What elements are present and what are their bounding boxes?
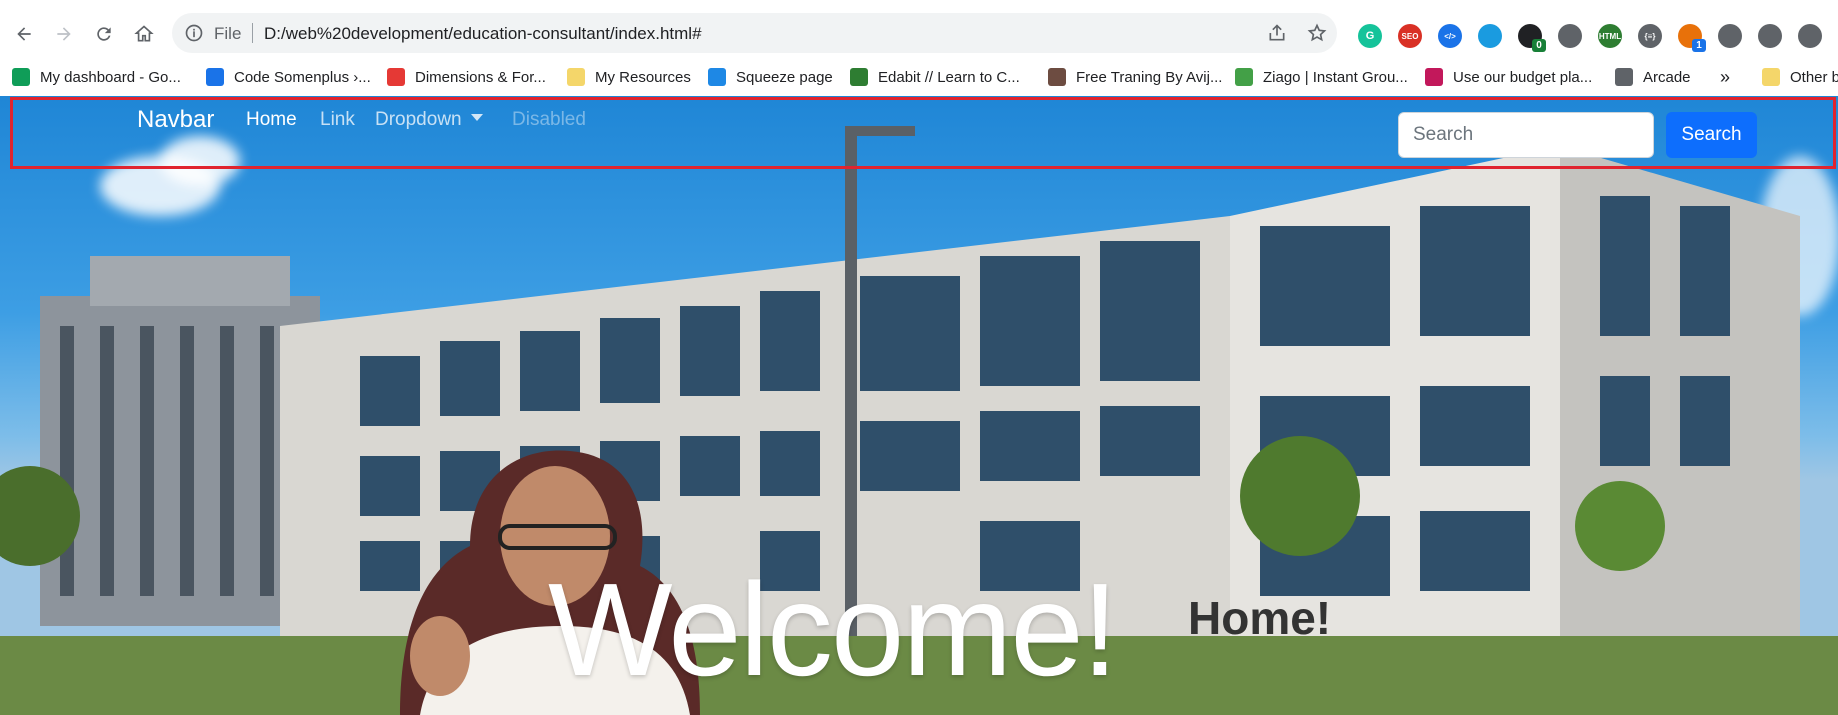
forward-button[interactable] [50,20,78,48]
bookmark-label: Dimensions & For... [415,68,546,86]
extension-badge: 1 [1692,39,1706,52]
bookmark-item[interactable]: My Resources [567,66,691,88]
forward-arrow-icon [57,27,71,41]
info-icon[interactable] [184,23,204,43]
grammarly-icon[interactable]: G [1358,24,1382,48]
hero-heading: Welcome! [548,556,1118,703]
bookmarks-overflow-button[interactable]: » [1720,66,1730,88]
reload-button[interactable] [90,20,118,48]
person-icon [1048,68,1066,86]
bookmark-label: My dashboard - Go... [40,68,181,86]
bookmark-label: Squeeze page [736,68,833,86]
bookmark-label: Edabit // Learn to C... [878,68,1020,86]
back-button[interactable] [10,20,38,48]
address-bar[interactable]: File D:/web%20development/education-cons… [172,13,1337,53]
bookmarks-bar: My dashboard - Go... Code Somenplus ›... D… [0,62,1838,92]
navbar-brand[interactable]: Navbar [137,106,214,134]
search-input[interactable] [1398,112,1654,158]
reload-icon [97,27,111,41]
share-icon[interactable] [1267,23,1287,43]
bookmark-item[interactable]: Edabit // Learn to C... [850,66,1020,88]
accessibility-icon [206,68,224,86]
edabit-icon [850,68,868,86]
code-tag-icon[interactable]: </> [1438,24,1462,48]
dimensions-icon [387,68,405,86]
globe-icon [1615,68,1633,86]
folder-icon [567,68,585,86]
nav-link-home[interactable]: Home [246,109,297,131]
sheets-icon [12,68,30,86]
omnibox-divider [252,23,253,43]
nav-dropdown-toggle[interactable]: Dropdown [375,109,483,131]
json-icon[interactable]: {≡} [1638,24,1662,48]
bug-icon[interactable] [1558,24,1582,48]
bookmark-label: Code Somenplus ›... [234,68,371,86]
extension-badge: 0 [1532,39,1546,52]
html-tree-icon[interactable]: HTML [1598,24,1622,48]
reading-list-icon[interactable] [1758,24,1782,48]
window-resize-icon[interactable] [1478,24,1502,48]
nav-link-link[interactable]: Link [320,109,355,131]
s-icon [708,68,726,86]
bookmark-label: My Resources [595,68,691,86]
bookmark-item[interactable]: Squeeze page [708,66,833,88]
bookmark-item[interactable]: Arcade [1615,66,1691,88]
budget-icon [1425,68,1443,86]
key-icon[interactable]: 0 [1518,24,1546,52]
folder-icon [1762,68,1780,86]
other-bookmarks-label: Other b [1790,68,1838,86]
seo-icon[interactable]: SEO [1398,24,1422,48]
hero-subheading: Home! [1188,592,1332,644]
bookmark-label: Use our budget pla... [1453,68,1593,86]
other-bookmarks-folder[interactable]: Other b [1762,66,1838,88]
nav-dropdown-label: Dropdown [375,109,462,130]
side-panel-icon[interactable] [1798,24,1822,48]
search-button[interactable]: Search [1666,112,1757,158]
ziago-icon [1235,68,1253,86]
url-text[interactable]: D:/web%20development/education-consultan… [264,24,702,44]
browser-toolbar: File D:/web%20development/education-cons… [0,10,1838,58]
bookmark-label: Ziago | Instant Grou... [1263,68,1408,86]
bookmark-item[interactable]: My dashboard - Go... [12,66,181,88]
bookmark-item[interactable]: Ziago | Instant Grou... [1235,66,1408,88]
bookmark-label: Free Traning By Avij... [1076,68,1223,86]
browser-chrome: File D:/web%20development/education-cons… [0,0,1838,96]
nav-link-disabled: Disabled [512,109,586,130]
bookmark-item[interactable]: Dimensions & For... [387,66,546,88]
bookmark-star-icon[interactable] [1307,23,1327,43]
caret-down-icon [470,114,483,121]
bookmark-item[interactable]: Code Somenplus ›... [206,66,371,88]
bookmark-item[interactable]: Use our budget pla... [1425,66,1592,88]
home-button[interactable] [130,20,158,48]
puzzle-icon[interactable] [1718,24,1742,48]
home-icon [134,25,154,42]
bookmark-label: Arcade [1643,68,1691,86]
bookmark-item[interactable]: Free Traning By Avij... [1048,66,1222,88]
colorpick-icon[interactable]: 1 [1678,24,1706,52]
back-arrow-icon [17,27,31,41]
scheme-label: File [214,24,242,43]
